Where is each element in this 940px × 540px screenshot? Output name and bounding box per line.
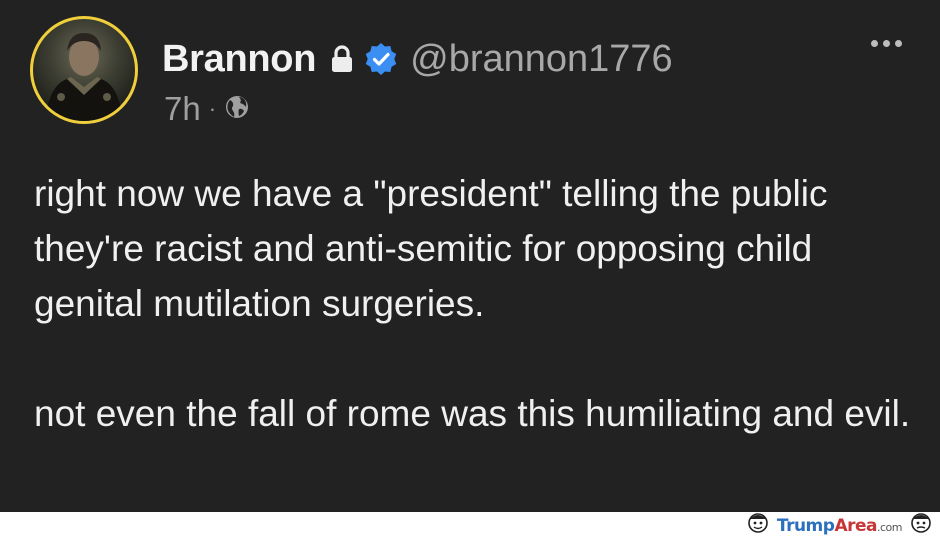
avatar-portrait-icon: [45, 33, 123, 121]
more-options-icon[interactable]: [871, 40, 902, 47]
lock-icon: [330, 45, 354, 73]
more-dot: [883, 40, 890, 47]
post-header: Brannon @brannon1776: [162, 34, 673, 84]
display-name[interactable]: Brannon: [162, 38, 316, 81]
post-paragraph: right now we have a "president" telling …: [34, 173, 828, 324]
post-body: right now we have a "president" telling …: [34, 166, 914, 441]
post-card: Brannon @brannon1776 7h · right now we h…: [0, 0, 940, 512]
user-handle[interactable]: @brannon1776: [410, 38, 673, 81]
mascot-right-icon: [906, 511, 936, 540]
timestamp[interactable]: 7h: [164, 90, 201, 128]
post-paragraph: not even the fall of rome was this humil…: [34, 393, 911, 434]
verified-check-icon: [364, 42, 398, 76]
more-dot: [871, 40, 878, 47]
avatar[interactable]: [30, 16, 138, 124]
globe-icon: [224, 90, 250, 128]
meta-separator: ·: [208, 96, 217, 121]
watermark: TrumpArea.com: [743, 513, 936, 538]
watermark-text: TrumpArea.com: [776, 515, 903, 536]
mascot-left-icon: [743, 511, 773, 540]
post-meta: 7h ·: [164, 90, 250, 128]
more-dot: [895, 40, 902, 47]
